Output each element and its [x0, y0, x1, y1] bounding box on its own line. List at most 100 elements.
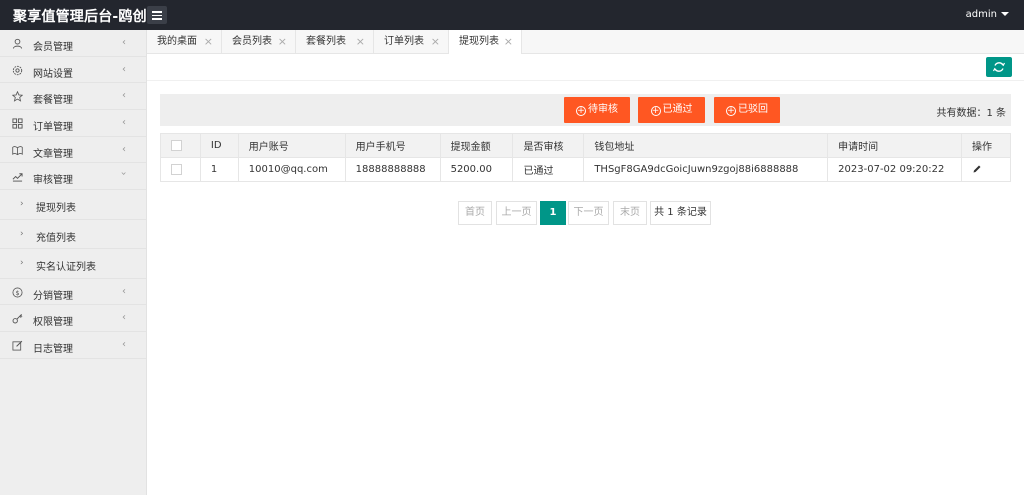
sidebar-item-site-settings[interactable]: 网站设置 ‹: [0, 57, 146, 84]
sidebar-item-label: 订单管理: [33, 122, 73, 134]
sidebar-subitem-recharges[interactable]: › 充值列表: [0, 220, 146, 250]
next-page-button[interactable]: 下一页: [568, 201, 609, 225]
chevron-left-icon: ‹: [122, 117, 126, 129]
close-icon[interactable]: ×: [431, 30, 440, 54]
row-checkbox[interactable]: [171, 163, 182, 175]
tab-label: 提现列表: [459, 36, 499, 47]
first-page-button[interactable]: 首页: [458, 201, 492, 225]
chevron-right-icon: ›: [20, 199, 24, 210]
user-icon: [12, 38, 23, 49]
user-menu[interactable]: admin: [966, 9, 1009, 20]
column-header: 是否审核: [512, 133, 585, 158]
tab-label: 我的桌面: [157, 36, 197, 47]
menu-toggle-button[interactable]: [147, 6, 167, 24]
sidebar-subitem-withdrawals[interactable]: › 提现列表: [0, 190, 146, 220]
edit-icon[interactable]: [972, 164, 982, 174]
sidebar-item-label: 审核管理: [33, 175, 73, 187]
plus-circle-icon: +: [650, 106, 661, 116]
tab-bar: 我的桌面 × 会员列表 × 套餐列表 × 订单列表 × 提现列表 ×: [147, 30, 1024, 55]
sidebar: 会员管理 ‹ 网站设置 ‹ 套餐管理 ‹ 订单管理 ‹ 文章管理 ‹ 审核管理 …: [0, 30, 147, 495]
sidebar-subitem-label: 实名认证列表: [36, 262, 96, 274]
table-cell: 1: [199, 157, 239, 182]
select-all-checkbox[interactable]: [171, 139, 182, 151]
book-icon: [12, 145, 23, 155]
chevron-left-icon: ‹: [122, 143, 126, 155]
sidebar-subitem-real-name[interactable]: › 实名认证列表: [0, 249, 146, 279]
user-name: admin: [965, 9, 997, 20]
column-header: 钱包地址: [583, 133, 829, 158]
audit-icon: [12, 173, 23, 182]
key-icon: [12, 314, 23, 324]
sidebar-item-orders[interactable]: 订单管理 ‹: [0, 110, 146, 137]
sidebar-item-member[interactable]: 会员管理 ‹: [0, 30, 146, 57]
plus-circle-icon: +: [726, 106, 736, 116]
sidebar-item-label: 权限管理: [33, 317, 73, 329]
table-cell: 2023-07-02 09:20:22: [827, 157, 963, 182]
row-select-cell: [160, 157, 201, 182]
chevron-left-icon: ‹: [122, 285, 126, 297]
tab-desktop[interactable]: 我的桌面 ×: [147, 30, 222, 54]
tab-label: 会员列表: [232, 36, 272, 47]
sidebar-item-label: 分销管理: [33, 290, 73, 302]
pending-filter-button[interactable]: + 待审核: [564, 97, 630, 123]
column-header: ID: [199, 133, 239, 158]
chevron-down-icon: ‹: [118, 171, 130, 176]
column-header: 用户手机号: [344, 133, 441, 158]
chevron-left-icon: ‹: [122, 63, 126, 75]
top-bar: 聚享值管理后台-鸥创论 admin: [0, 0, 1024, 30]
page-info: 共 1 条记录: [650, 201, 711, 225]
column-header: 申请时间: [827, 133, 963, 158]
edit-icon: [12, 340, 23, 351]
button-label: 已驳回: [738, 104, 768, 115]
action-cell: [961, 157, 1011, 182]
total-count: 共有数据：1 条: [936, 108, 1006, 119]
filter-toolbar: + 待审核 + 已通过 + 已驳回 共有数据：1 条: [160, 94, 1011, 126]
prev-page-button[interactable]: 上一页: [496, 201, 537, 225]
table-cell: 18888888888: [344, 157, 441, 182]
sidebar-subitem-label: 充值列表: [36, 232, 76, 244]
tab-label: 套餐列表: [306, 36, 346, 47]
sidebar-item-packages[interactable]: 套餐管理 ‹: [0, 83, 146, 111]
svg-text:$: $: [15, 289, 19, 297]
sidebar-item-logs[interactable]: 日志管理 ‹: [0, 332, 146, 359]
tab-label: 订单列表: [384, 36, 424, 47]
sidebar-item-distribution[interactable]: $ 分销管理 ‹: [0, 279, 146, 306]
gear-icon: [12, 65, 23, 75]
chevron-left-icon: ‹: [122, 90, 126, 102]
close-icon[interactable]: ×: [504, 30, 513, 54]
chevron-left-icon: ‹: [122, 37, 126, 48]
chevron-right-icon: ›: [20, 258, 24, 269]
sidebar-item-audit[interactable]: 审核管理 ‹: [0, 163, 146, 191]
page-number-current[interactable]: 1: [540, 201, 566, 225]
chevron-right-icon: ›: [20, 228, 24, 239]
sidebar-item-articles[interactable]: 文章管理 ‹: [0, 137, 146, 164]
tab-order-list[interactable]: 订单列表 ×: [374, 30, 449, 54]
sidebar-item-label: 套餐管理: [33, 95, 73, 107]
button-label: 待审核: [588, 104, 618, 115]
close-icon[interactable]: ×: [204, 30, 213, 54]
app-title: 聚享值管理后台-鸥创论: [13, 9, 162, 25]
refresh-button[interactable]: [986, 57, 1012, 77]
sidebar-item-permissions[interactable]: 权限管理 ‹: [0, 305, 146, 332]
tab-member-list[interactable]: 会员列表 ×: [222, 30, 296, 54]
approved-filter-button[interactable]: + 已通过: [638, 97, 705, 123]
sidebar-item-label: 日志管理: [33, 344, 73, 355]
tab-package-list[interactable]: 套餐列表 ×: [296, 30, 374, 54]
button-label: 已通过: [662, 104, 693, 115]
sidebar-subitem-label: 提现列表: [36, 203, 76, 215]
column-header: 用户账号: [237, 133, 346, 158]
rejected-filter-button[interactable]: + 已驳回: [714, 97, 780, 123]
close-icon[interactable]: ×: [356, 30, 365, 54]
tab-withdrawal-list[interactable]: 提现列表 ×: [449, 30, 522, 55]
sidebar-item-label: 会员管理: [33, 42, 73, 53]
caret-down-icon: [1001, 12, 1009, 16]
sidebar-item-label: 文章管理: [33, 148, 73, 160]
column-header: 操作: [961, 133, 1011, 158]
table-cell: 10010@qq.com: [237, 157, 346, 182]
table-cell: THSgF8GA9dcGoicJuwn9zgoj88i6888888: [583, 157, 829, 182]
select-all-cell: [160, 133, 201, 158]
sidebar-item-label: 网站设置: [33, 68, 73, 80]
last-page-button[interactable]: 末页: [613, 201, 647, 225]
divider: [147, 80, 1024, 81]
close-icon[interactable]: ×: [278, 30, 287, 54]
